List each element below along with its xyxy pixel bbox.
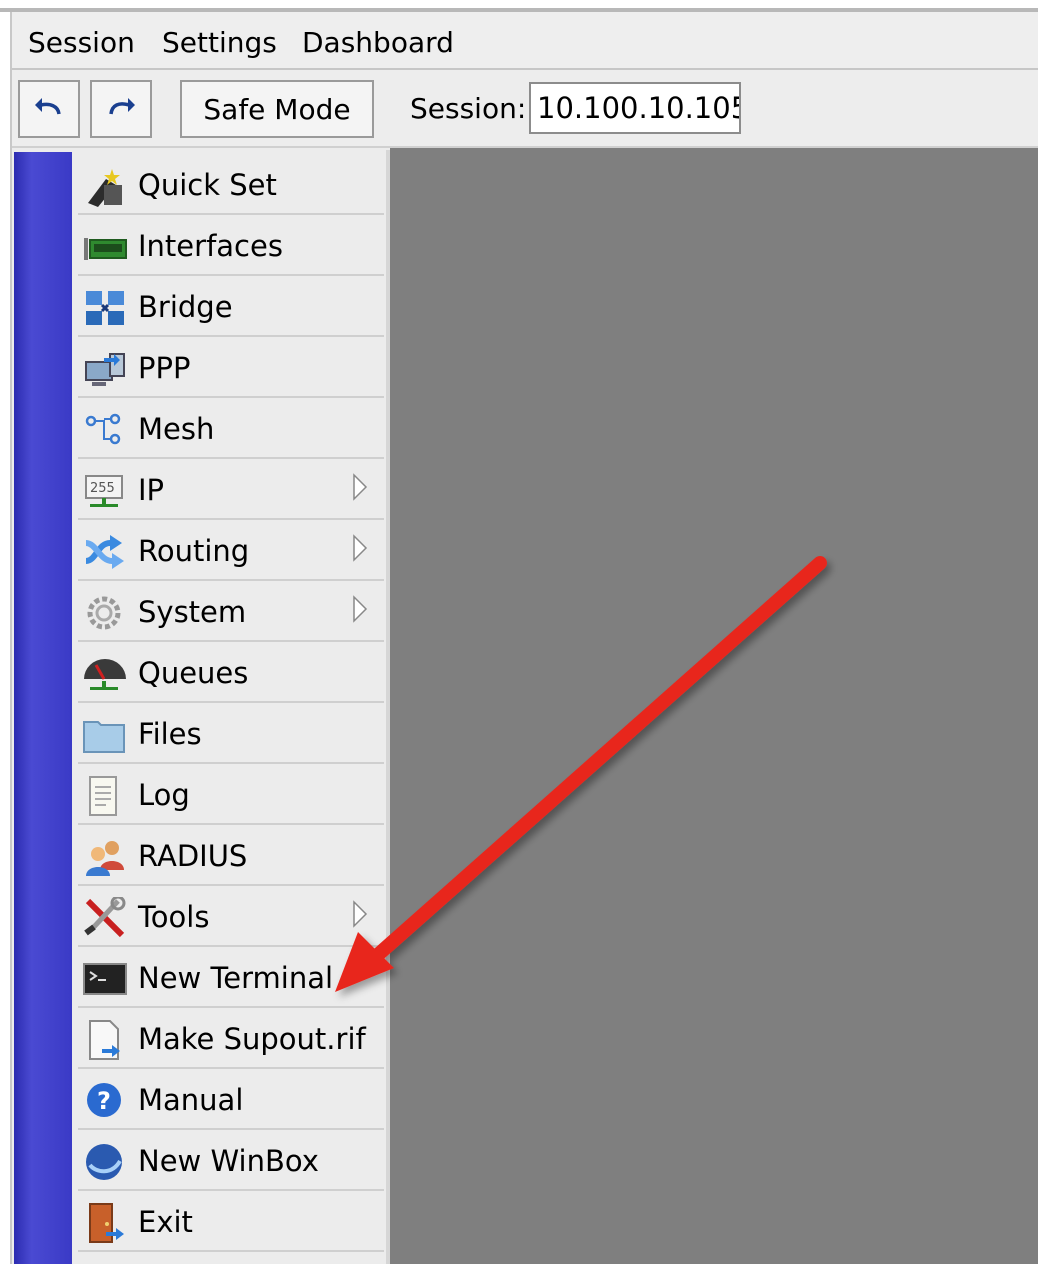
sidebar-item-routing[interactable]: Routing — [78, 520, 384, 581]
sidebar-divider — [386, 150, 390, 1264]
sidebar-item-label: Interfaces — [138, 229, 283, 263]
sidebar-item-queues[interactable]: Queues — [78, 642, 384, 703]
menu-session[interactable]: Session — [28, 26, 135, 60]
sidebar-item-radius[interactable]: RADIUS — [78, 825, 384, 886]
sidebar-item-ppp[interactable]: PPP — [78, 337, 384, 398]
ip-icon: 255 — [82, 470, 128, 512]
routing-icon — [82, 531, 128, 573]
queues-icon — [82, 653, 128, 695]
ppp-icon — [82, 348, 128, 390]
sidebar-item-interfaces[interactable]: Interfaces — [78, 215, 384, 276]
sidebar-item-label: Manual — [138, 1083, 244, 1117]
winbox-icon — [82, 1141, 128, 1183]
redo-icon — [109, 98, 135, 115]
svg-text:255: 255 — [90, 481, 115, 496]
sidebar-item-label: Log — [138, 778, 190, 812]
undo-button[interactable] — [18, 80, 80, 138]
sidebar-item-mesh[interactable]: Mesh — [78, 398, 384, 459]
workspace-area[interactable] — [390, 148, 1038, 1264]
sidebar-item-label: PPP — [138, 351, 191, 385]
svg-text:?: ? — [97, 1087, 111, 1115]
exit-icon — [82, 1202, 128, 1244]
sidebar-item-label: Queues — [138, 656, 249, 690]
winbox-side-strip — [14, 152, 72, 1264]
radius-icon — [82, 836, 128, 878]
menu-dashboard[interactable]: Dashboard — [302, 26, 454, 60]
sidebar-item-label: System — [138, 595, 247, 629]
sidebar-item-label: Bridge — [138, 290, 233, 324]
sidebar-item-ip[interactable]: 255 IP — [78, 459, 384, 520]
sidebar-item-label: Quick Set — [138, 168, 277, 202]
sidebar-item-new-terminal[interactable]: New Terminal — [78, 947, 384, 1008]
sidebar-item-label: RADIUS — [138, 839, 248, 873]
sidebar-item-bridge[interactable]: Bridge — [78, 276, 384, 337]
menu-settings[interactable]: Settings — [162, 26, 277, 60]
sidebar-item-label: New Terminal — [138, 961, 334, 995]
sidebar-item-label: Tools — [138, 900, 210, 934]
sidebar-item-label: IP — [138, 473, 165, 507]
tools-icon — [82, 897, 128, 939]
redo-button[interactable] — [90, 80, 152, 138]
window-top-edge — [0, 0, 1038, 12]
sidebar-item-label: Make Supout.rif — [138, 1022, 366, 1056]
sidebar-item-make-supout[interactable]: Make Supout.rif — [78, 1008, 384, 1069]
sidebar-item-tools[interactable]: Tools — [78, 886, 384, 947]
sidebar-item-label: Routing — [138, 534, 250, 568]
bridge-icon — [82, 287, 128, 329]
menu-bar: Session Settings Dashboard — [12, 12, 1038, 70]
sidebar-item-label: New WinBox — [138, 1144, 319, 1178]
interfaces-icon — [82, 226, 128, 268]
undo-icon — [35, 98, 61, 115]
toolbar: Safe Mode Session: 10.100.10.105 — [12, 70, 1038, 148]
sidebar-item-quick-set[interactable]: Quick Set — [78, 154, 384, 215]
system-icon — [82, 592, 128, 634]
sidebar-item-label: Mesh — [138, 412, 215, 446]
sidebar-item-log[interactable]: Log — [78, 764, 384, 825]
session-label: Session: — [410, 92, 527, 125]
manual-icon: ? — [82, 1080, 128, 1122]
sidebar-item-exit[interactable]: Exit — [78, 1191, 384, 1252]
log-icon — [82, 775, 128, 817]
session-address-field[interactable]: 10.100.10.105 — [529, 82, 741, 134]
submenu-arrow-icon — [353, 595, 368, 623]
submenu-arrow-icon — [353, 534, 368, 562]
quick-set-icon — [82, 165, 128, 207]
sidebar-item-label: Exit — [138, 1205, 193, 1239]
sidebar-item-files[interactable]: Files — [78, 703, 384, 764]
files-icon — [82, 714, 128, 756]
safe-mode-button[interactable]: Safe Mode — [180, 80, 374, 138]
sidebar-item-label: Files — [138, 717, 202, 751]
sidebar-item-system[interactable]: System — [78, 581, 384, 642]
terminal-icon — [82, 958, 128, 1000]
sidebar-item-new-winbox[interactable]: New WinBox — [78, 1130, 384, 1191]
supout-icon — [82, 1019, 128, 1061]
sidebar-item-manual[interactable]: ? Manual — [78, 1069, 384, 1130]
mesh-icon — [82, 409, 128, 451]
submenu-arrow-icon — [353, 473, 368, 501]
submenu-arrow-icon — [353, 900, 368, 928]
